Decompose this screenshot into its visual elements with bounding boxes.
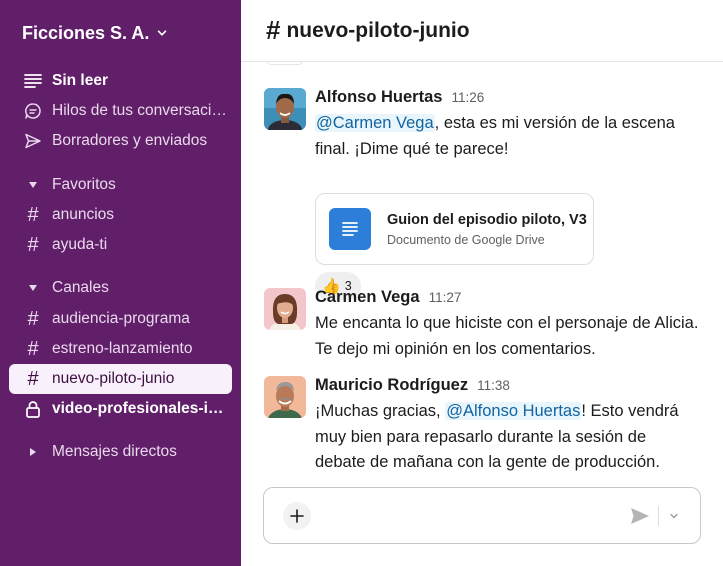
add-attachment-button[interactable] [283,502,311,530]
channel-label: audiencia-programa [52,310,190,327]
author-name[interactable]: Carmen Vega [315,288,420,307]
caret-right-icon [23,442,43,462]
message-text: @Carmen Vega, esta es mi versión de la e… [315,111,700,162]
channel-view: # nuevo-piloto-junio Alfonso Huertas 11:… [241,0,723,566]
message-text-before-mention: ¡Muchas gracias, [315,402,446,420]
avatar[interactable] [264,376,306,418]
avatar[interactable] [264,288,306,330]
hash-icon: # [27,234,39,256]
unread-icon [23,71,43,91]
message-composer [263,487,701,544]
google-doc-icon [329,208,371,250]
section-label: Mensajes directos [52,443,177,460]
channel-label: video-profesionales-ind... [52,400,232,417]
message[interactable]: Mauricio Rodríguez 11:38 ¡Muchas gracias… [264,376,704,476]
chevron-down-icon [158,30,167,36]
channel-title: nuevo-piloto-junio [286,18,470,42]
caret-down-icon [23,278,43,298]
channel-hash-icon: # [266,15,281,45]
sidebar-item-audiencia-programa[interactable]: # audiencia-programa [9,304,232,334]
send-icon [23,131,43,151]
message-header: Mauricio Rodríguez 11:38 [315,376,510,395]
message[interactable]: Carmen Vega 11:27 Me encanta lo que hici… [264,288,704,364]
sidebar-item-label: Hilos de tus conversacio... [52,102,232,119]
message-input[interactable] [324,500,614,532]
plus-icon [290,509,304,523]
channel-label: ayuda-ti [52,236,108,253]
author-name[interactable]: Mauricio Rodríguez [315,376,468,395]
author-name[interactable]: Alfonso Huertas [315,88,442,107]
threads-icon [23,101,43,121]
hash-icon: # [27,338,39,360]
chevron-down-icon [670,513,678,519]
caret-down-icon [23,175,43,195]
sidebar-item-nuevo-piloto-junio[interactable]: # nuevo-piloto-junio [9,364,232,394]
user-mention[interactable]: @Alfonso Huertas [445,402,582,420]
hash-icon: # [27,308,39,330]
message-text: ¡Muchas gracias, @Alfonso Huertas! Esto … [315,399,700,476]
hash-icon: # [27,368,39,390]
channel-header[interactable]: # nuevo-piloto-junio [241,0,723,62]
sidebar-item-label: Sin leer [52,72,108,89]
send-options-button[interactable] [664,504,684,528]
divider [658,506,659,526]
sidebar-item-label: Borradores y enviados [52,132,208,149]
send-button[interactable] [626,502,654,530]
channel-label: anuncios [52,206,115,223]
previous-message-edge [267,61,303,65]
attachment-subtitle: Documento de Google Drive [387,232,545,247]
sidebar-item-anuncios[interactable]: # anuncios [9,200,232,230]
channel-label: estreno-lanzamiento [52,340,193,357]
workspace-switcher[interactable]: Ficciones S. A. [22,20,167,46]
timestamp[interactable]: 11:38 [477,378,510,393]
message-text: Me encanta lo que hiciste con el persona… [315,314,699,358]
attachment-title: Guion del episodio piloto, V3 [387,211,587,228]
file-attachment[interactable]: Guion del episodio piloto, V3 Documento … [315,193,594,265]
sidebar-item-unread[interactable]: Sin leer [9,66,232,96]
avatar[interactable] [264,88,306,130]
sidebar-item-estreno-lanzamiento[interactable]: # estreno-lanzamiento [9,334,232,364]
section-header-direct-messages[interactable]: Mensajes directos [9,437,232,467]
channel-label: nuevo-piloto-junio [52,370,175,387]
section-header-favorites[interactable]: Favoritos [9,170,232,200]
hash-icon: # [27,204,39,226]
section-label: Canales [52,279,109,296]
sidebar-item-video-profesionales[interactable]: video-profesionales-ind... [9,394,232,424]
section-label: Favoritos [52,176,116,193]
message-header: Alfonso Huertas 11:26 [315,88,484,107]
message[interactable]: Alfonso Huertas 11:26 @Carmen Vega, esta… [264,88,704,300]
section-header-channels[interactable]: Canales [9,273,232,303]
sidebar-item-ayuda-ti[interactable]: # ayuda-ti [9,230,232,260]
message-header: Carmen Vega 11:27 [315,288,461,307]
sidebar-item-drafts[interactable]: Borradores y enviados [9,126,232,156]
workspace-name: Ficciones S. A. [22,22,150,43]
sidebar: Ficciones S. A. Sin leer Hilos de tus co… [0,0,241,566]
timestamp[interactable]: 11:26 [451,90,484,105]
send-icon [631,508,649,524]
user-mention[interactable]: @Carmen Vega [315,114,435,132]
lock-icon [23,399,43,419]
timestamp[interactable]: 11:27 [429,290,462,305]
sidebar-item-threads[interactable]: Hilos de tus conversacio... [9,96,232,126]
